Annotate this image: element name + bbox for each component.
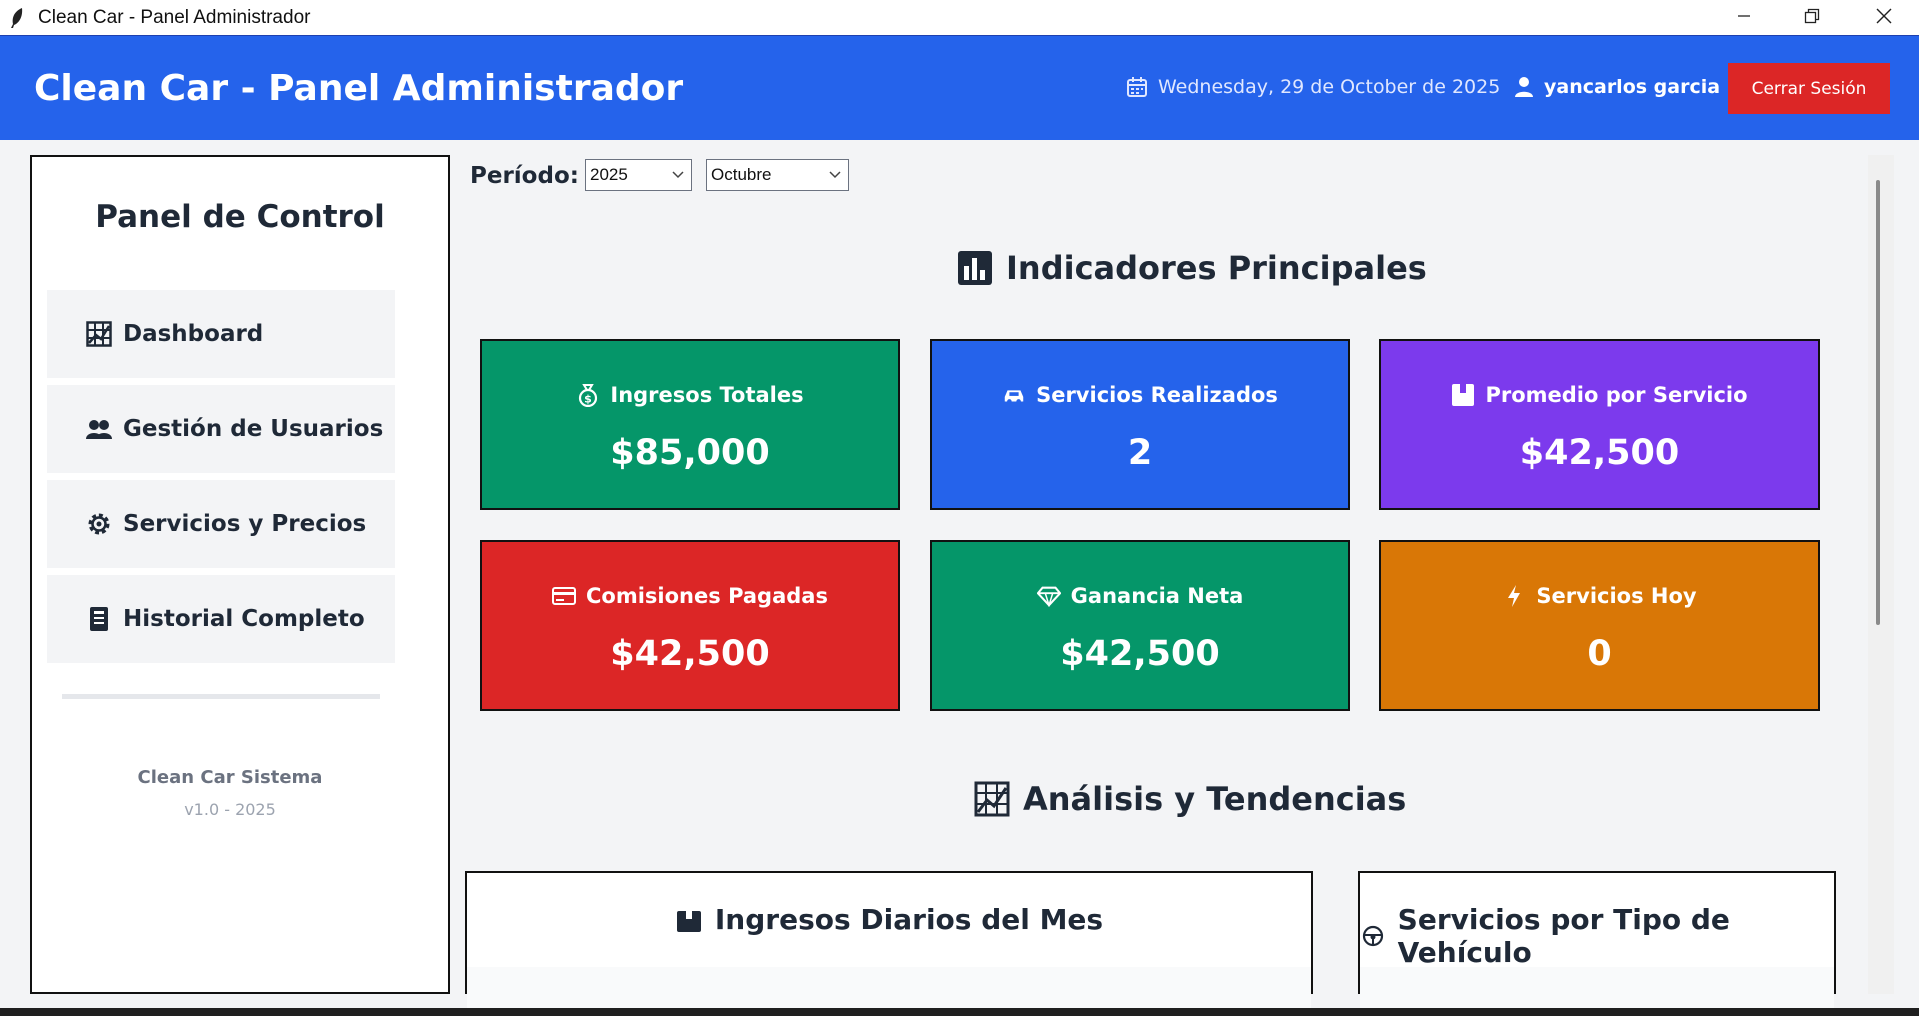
logout-button[interactable]: Cerrar Sesión — [1728, 63, 1890, 114]
money-bag-icon: $ — [576, 383, 600, 407]
chevron-down-icon — [828, 166, 842, 186]
gear-icon — [85, 510, 113, 538]
sidebar-item-history[interactable]: Historial Completo — [47, 575, 395, 663]
feather-icon — [6, 7, 28, 29]
card-label: Ganancia Neta — [1070, 584, 1244, 608]
card-value: 2 — [1127, 433, 1153, 473]
panel-vehicle-types: Servicios por Tipo de Vehículo — [1358, 871, 1836, 1016]
card-ingresos-totales: $ Ingresos Totales $85,000 — [480, 339, 900, 510]
svg-text:$: $ — [585, 393, 593, 406]
panel-title: Ingresos Diarios del Mes — [714, 903, 1104, 936]
year-select-value: 2025 — [590, 165, 628, 184]
car-icon — [1002, 383, 1026, 407]
box-icon — [1451, 383, 1475, 407]
scrollbar-thumb[interactable] — [1876, 180, 1880, 625]
month-select-value: Octubre — [711, 165, 772, 184]
panel-title: Servicios por Tipo de Vehículo — [1397, 903, 1730, 969]
card-label: Comisiones Pagadas — [586, 584, 828, 608]
diamond-icon — [1036, 584, 1061, 608]
maximize-button[interactable] — [1778, 0, 1846, 35]
indicators-title: Indicadores Principales — [1006, 249, 1427, 287]
analysis-title: Análisis y Tendencias — [1023, 780, 1407, 818]
sidebar-title: Panel de Control — [95, 199, 385, 235]
month-select[interactable]: Octubre — [706, 159, 849, 191]
window-titlebar: Clean Car - Panel Administrador — [0, 0, 1919, 35]
header-user: yancarlos garcia — [1514, 76, 1720, 98]
card-ganancia-neta: Ganancia Neta $42,500 — [930, 540, 1350, 711]
bar-chart-icon — [956, 249, 994, 287]
ledger-icon — [85, 605, 113, 633]
card-label: Promedio por Servicio — [1485, 383, 1748, 407]
card-value: $85,000 — [610, 433, 770, 473]
minimize-icon — [1737, 8, 1751, 27]
sidebar-item-dashboard[interactable]: Dashboard — [47, 290, 395, 378]
minimize-button[interactable] — [1710, 0, 1778, 35]
lightning-icon — [1502, 584, 1526, 608]
panel-daily-income: Ingresos Diarios del Mes — [465, 871, 1313, 1016]
chart-grid-icon — [85, 320, 113, 348]
system-version: v1.0 - 2025 — [184, 800, 276, 819]
chevron-down-icon — [671, 166, 685, 186]
system-name: Clean Car Sistema — [137, 767, 323, 788]
card-label: Servicios Realizados — [1036, 383, 1278, 407]
card-comisiones-pagadas: Comisiones Pagadas $42,500 — [480, 540, 900, 711]
analysis-heading: Análisis y Tendencias — [973, 780, 1406, 818]
sidebar-item-label: Gestión de Usuarios — [123, 416, 384, 442]
calendar-icon — [1126, 76, 1148, 98]
credit-card-icon — [552, 584, 577, 608]
card-value: $42,500 — [1060, 634, 1220, 674]
user-name: yancarlos garcia — [1544, 76, 1721, 98]
trend-chart-icon — [973, 780, 1011, 818]
card-label: Ingresos Totales — [610, 383, 804, 407]
sidebar-item-label: Historial Completo — [123, 606, 365, 632]
sidebar-item-services[interactable]: Servicios y Precios — [47, 480, 395, 568]
app-title: Clean Car - Panel Administrador — [34, 68, 684, 109]
card-value: $42,500 — [610, 634, 770, 674]
window-title: Clean Car - Panel Administrador — [38, 6, 311, 28]
year-select[interactable]: 2025 — [585, 159, 692, 191]
close-button[interactable] — [1850, 0, 1918, 35]
header-date: Wednesday, 29 de October de 2025 — [1126, 76, 1500, 98]
card-servicios-realizados: Servicios Realizados 2 — [930, 339, 1350, 510]
card-value: 0 — [1587, 634, 1612, 674]
sidebar-item-users[interactable]: Gestión de Usuarios — [47, 385, 395, 473]
main-scrollbar[interactable] — [1868, 155, 1894, 994]
sidebar: Panel de Control Dashboard Gestión de Us… — [30, 155, 450, 994]
card-servicios-hoy: Servicios Hoy 0 — [1379, 540, 1820, 711]
close-icon — [1876, 8, 1892, 28]
app-header: Clean Car - Panel Administrador Wednesda… — [0, 35, 1919, 140]
period-label: Período: — [470, 163, 579, 189]
box-icon — [675, 906, 703, 934]
user-icon — [1514, 76, 1534, 98]
sidebar-item-label: Dashboard — [123, 321, 264, 347]
indicators-heading: Indicadores Principales — [956, 249, 1427, 287]
sidebar-divider — [62, 694, 380, 699]
users-icon — [85, 415, 113, 443]
card-label: Servicios Hoy — [1536, 584, 1697, 608]
steering-wheel-icon — [1360, 922, 1386, 950]
taskbar-edge — [0, 1008, 1919, 1016]
card-value: $42,500 — [1519, 433, 1680, 473]
card-promedio-servicio: Promedio por Servicio $42,500 — [1379, 339, 1820, 510]
date-text: Wednesday, 29 de October de 2025 — [1158, 76, 1501, 98]
sidebar-item-label: Servicios y Precios — [123, 511, 367, 537]
maximize-icon — [1804, 8, 1820, 28]
